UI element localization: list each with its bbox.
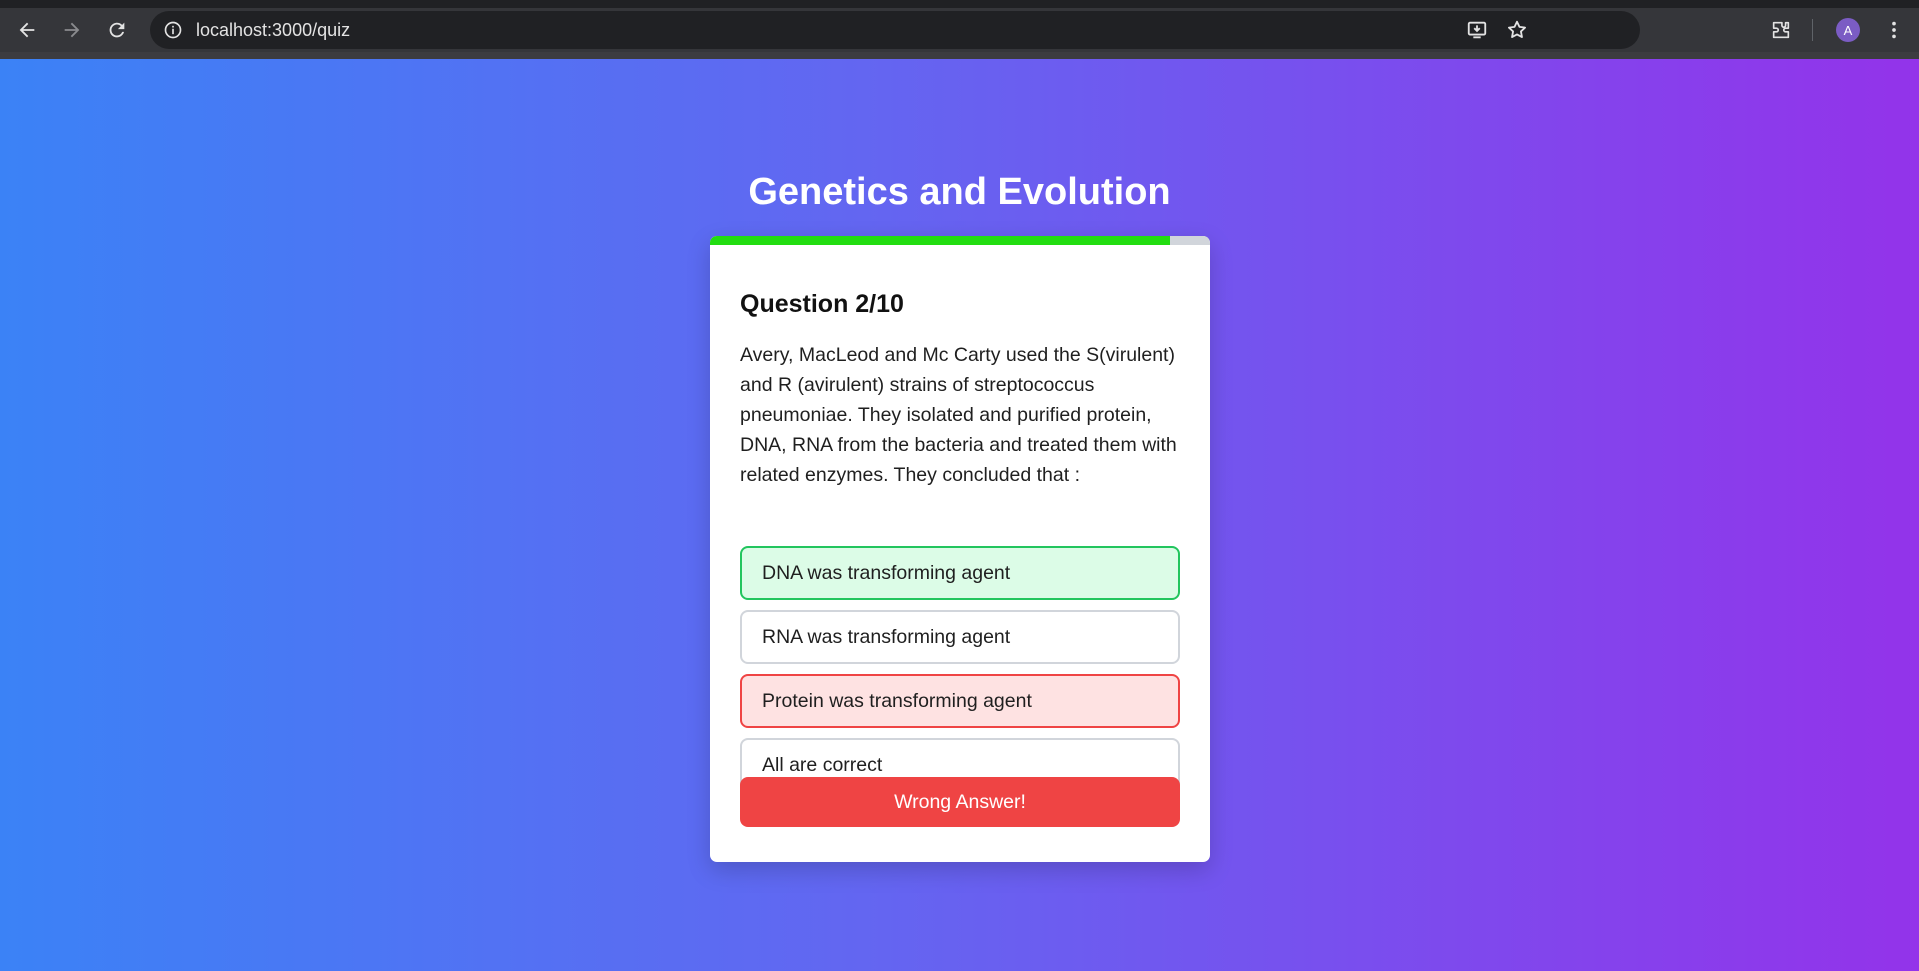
option-3[interactable]: Protein was transforming agent	[740, 674, 1180, 728]
site-info-button[interactable]	[160, 17, 186, 43]
menu-dots-icon	[1892, 21, 1896, 39]
reload-button[interactable]	[100, 13, 134, 47]
question-text: Avery, MacLeod and Mc Carty used the S(v…	[740, 344, 1177, 486]
tab-strip	[0, 0, 1919, 8]
bookmark-button[interactable]	[1506, 19, 1528, 41]
wrong-answer-button[interactable]: Wrong Answer!	[740, 777, 1180, 827]
profile-avatar[interactable]: A	[1836, 18, 1860, 42]
install-app-button[interactable]	[1466, 19, 1488, 41]
question-number: Question 2/10	[740, 290, 904, 318]
toolbar-divider	[1812, 19, 1813, 41]
back-icon	[19, 22, 35, 38]
forward-icon	[64, 22, 80, 38]
option-label: All are correct	[762, 753, 883, 776]
quiz-page: Genetics and Evolution Question 2/10 Ave…	[0, 59, 1919, 971]
browser-chrome: localhost:3000/quiz A	[0, 0, 1919, 59]
extensions-button[interactable]	[1770, 19, 1792, 41]
address-bar[interactable]: localhost:3000/quiz	[150, 11, 1640, 49]
back-button[interactable]	[10, 13, 44, 47]
url-text[interactable]: localhost:3000/quiz	[196, 20, 350, 41]
install-app-icon	[1467, 21, 1487, 39]
progress-bar-fill	[710, 236, 1170, 245]
option-label: DNA was transforming agent	[762, 561, 1011, 584]
toolbar-bottom-edge	[0, 52, 1919, 59]
option-label: RNA was transforming agent	[762, 625, 1011, 648]
option-1[interactable]: DNA was transforming agent	[740, 546, 1180, 600]
forward-button[interactable]	[55, 13, 89, 47]
extensions-icon	[1772, 21, 1790, 39]
site-info-icon	[164, 21, 182, 39]
option-label: Protein was transforming agent	[762, 689, 1032, 712]
question-card: Question 2/10 Avery, MacLeod and Mc Cart…	[710, 236, 1210, 862]
browser-menu-button[interactable]	[1883, 19, 1905, 41]
option-2[interactable]: RNA was transforming agent	[740, 610, 1180, 664]
progress-bar	[710, 236, 1210, 245]
quiz-title: Genetics and Evolution	[748, 171, 1171, 213]
reload-icon	[109, 22, 125, 38]
bookmark-star-icon	[1508, 20, 1526, 38]
